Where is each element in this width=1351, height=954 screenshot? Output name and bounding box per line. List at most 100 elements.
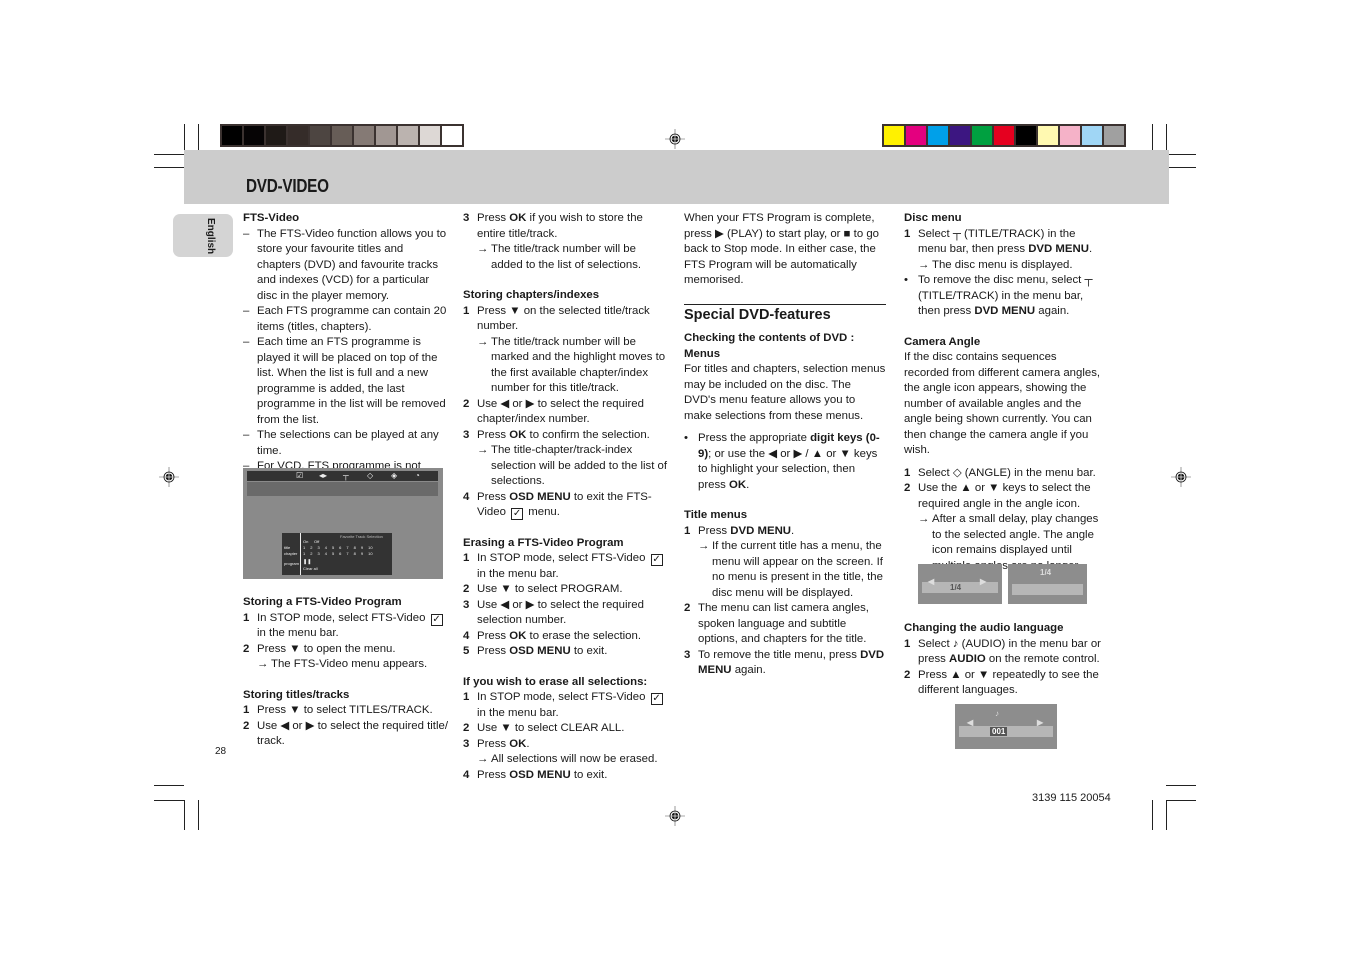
paragraph: If the disc contains sequences recorded … [904, 351, 1101, 456]
color-swatch [950, 126, 970, 145]
registration-mark-icon [665, 129, 685, 149]
column-4-lower: Changing the audio language 1 Select ♪ (A… [904, 621, 1104, 699]
fts-selection-panel: Favorite Track Selection On Off title ch… [282, 533, 392, 575]
gray-swatch [354, 126, 374, 145]
fts-bullet-list: – The FTS-Video function allows you to st… [243, 227, 448, 506]
section-title: Special DVD-features [684, 303, 886, 324]
fts-check-icon: ✓ [650, 693, 663, 705]
audio-icon: ◂▸ [319, 471, 328, 480]
step-1: 1 Select ♪ (AUDIO) in the menu bar or pre… [904, 637, 1101, 666]
number-cell: 2 [310, 545, 313, 550]
bullet-item: – The FTS-Video function allows you to st… [243, 227, 447, 302]
language-tab-label: English [205, 218, 216, 255]
number-cell: 4 [324, 545, 327, 550]
grayscale-calibration-bar [220, 124, 464, 147]
step-result: → The FTS-Video menu appears. [243, 657, 448, 673]
section-heading: If you wish to erase all selections: [463, 675, 648, 688]
osd-sub-bar [247, 482, 438, 496]
step-1: 1 Press ▼ on the selected title/track num… [463, 304, 650, 333]
crop-mark [1166, 800, 1196, 801]
angle-osd-image: ◀ ▶ 1/4 [918, 564, 1002, 604]
gray-swatch [266, 126, 286, 145]
step-4: 4 Press OK to erase the selection. [463, 629, 641, 642]
gray-swatch [332, 126, 352, 145]
section-heading: Title menus [684, 509, 748, 521]
program-row-label: program [284, 561, 299, 566]
number-cell: 7 [346, 545, 349, 550]
color-swatch [1082, 126, 1102, 145]
bullet-item: – The selections can be played at any tim… [243, 429, 439, 457]
number-cell: 6 [339, 551, 342, 556]
panel-divider [300, 533, 301, 575]
section-heading: FTS-Video [243, 212, 300, 224]
chapter-row-label: chapter [284, 551, 298, 556]
color-swatch [1104, 126, 1124, 145]
number-cell: 7 [346, 551, 349, 556]
number-cell: 10 [368, 545, 373, 550]
title-row-label: title [284, 545, 291, 550]
crop-mark [1166, 785, 1196, 786]
color-swatch [906, 126, 926, 145]
right-arrow-icon: ▶ [980, 577, 987, 586]
clear-all-label: Clear all [303, 566, 318, 571]
number-cell: 8 [353, 545, 356, 550]
step-3: 3 Press OK to confirm the selection. [463, 428, 650, 441]
fts-check-icon: ☑ [296, 471, 304, 480]
step-2: 2 The menu can list camera angles, spoken… [684, 602, 869, 645]
chapter-number-row: 1 2 3 4 5 6 7 8 9 10 [303, 551, 373, 556]
panel-title: Favorite Track Selection [340, 534, 383, 539]
column-3: When your FTS Program is complete, press… [684, 211, 886, 679]
number-cell: 3 [317, 551, 320, 556]
number-cell: 4 [324, 551, 327, 556]
arrow-icon: → [257, 658, 269, 670]
section-heading: Storing chapters/indexes [463, 289, 600, 301]
section-heading: Storing titles/tracks [243, 688, 350, 701]
osd-strip [1012, 584, 1083, 595]
step-1: 1 Select ┬ (TITLE/TRACK) in the menu bar,… [904, 227, 1093, 256]
color-swatch [928, 126, 948, 145]
registration-mark-icon [665, 806, 685, 826]
number-cell: 9 [360, 551, 364, 556]
step-2: 2 Use ▼ to select PROGRAM. [463, 583, 623, 595]
color-calibration-bar [882, 124, 1126, 147]
color-swatch [884, 126, 904, 145]
color-swatch [1038, 126, 1058, 145]
number-cell: 8 [353, 551, 356, 556]
gray-swatch [376, 126, 396, 145]
step-3: 3 To remove the title menu, press DVD MEN… [684, 648, 885, 677]
angle-value: 1/4 [1040, 568, 1052, 577]
angle-icon: ◇ [367, 471, 374, 480]
number-cell: 6 [339, 545, 342, 550]
step-result: → The title/track number will be marked a… [477, 335, 666, 395]
crop-mark [154, 800, 184, 801]
step-2: 2 Use ▼ to select CLEAR ALL. [463, 722, 625, 734]
step-result: → All selections will now be erased. [477, 753, 658, 765]
paragraph: When your FTS Program is complete, press… [684, 212, 880, 286]
crop-mark [154, 785, 184, 786]
crop-mark [1168, 167, 1196, 168]
number-cell: 9 [360, 545, 364, 550]
step-1: 1 Press ▼ to select TITLES/TRACK. [243, 704, 433, 716]
step-1: 1 In STOP mode, select FTS-Video ✓ in the… [243, 611, 443, 639]
header-band [184, 150, 1169, 204]
title-icon: ┬ [343, 471, 349, 480]
section-heading: Camera Angle [904, 335, 981, 348]
column-1-lower: Storing a FTS-Video Program 1 In STOP mod… [243, 595, 448, 750]
on-label: On [303, 539, 309, 544]
step-2: 2 Use ◀ or ▶ to select the required chapt… [463, 397, 644, 426]
bullet-item: • Press the appropriate digit keys (0-9);… [684, 432, 880, 491]
step-2: 2 Use ◀ or ▶ to select the required title… [243, 719, 448, 748]
number-cell: 3 [317, 545, 320, 550]
step-1: 1 Press DVD MENU. [684, 524, 795, 537]
step-2: 2 Press ▲ or ▼ repeatedly to see the diff… [904, 668, 1099, 697]
crop-mark [1166, 800, 1167, 830]
section-heading: Changing the audio language [904, 622, 1064, 634]
step-2: 2 Use the ▲ or ▼ keys to select the requi… [904, 482, 1091, 510]
gray-swatch [420, 126, 440, 145]
column-2: 3 Press OK if you wish to store the entir… [463, 211, 668, 783]
step-1: 1 In STOP mode, select FTS-Video ✓ in the… [463, 552, 663, 580]
bullet-item: • To remove the disc menu, select ┬ (TITL… [904, 274, 1093, 317]
number-cell: 2 [310, 551, 313, 556]
number-cell: 10 [368, 551, 373, 556]
step-result: → The disc menu is displayed. [918, 258, 1073, 271]
